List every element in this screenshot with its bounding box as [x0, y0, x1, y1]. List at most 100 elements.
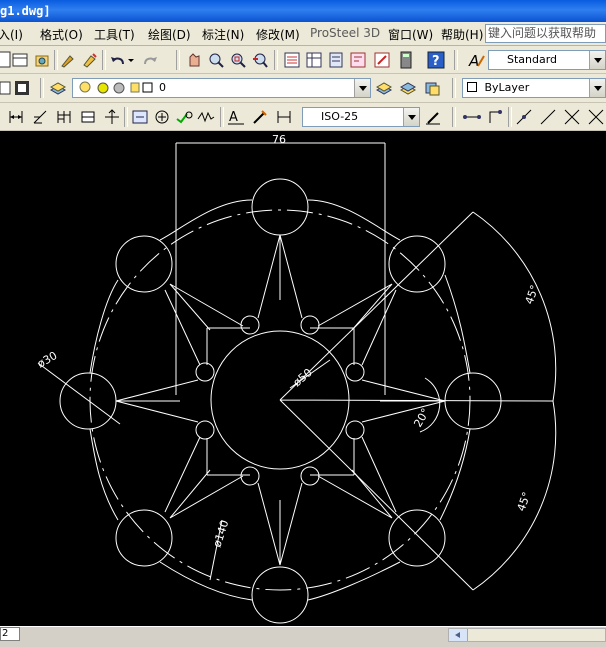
- pan-realtime-icon[interactable]: [184, 50, 204, 70]
- match-properties-icon[interactable]: [80, 50, 100, 70]
- toolbar-separator: [102, 50, 106, 70]
- layer-translator-icon[interactable]: [422, 78, 442, 98]
- dim-angle-upper-label: 45°: [523, 283, 542, 306]
- layer-value: 0: [159, 81, 166, 94]
- help-icon[interactable]: ?: [426, 50, 446, 70]
- layers-toolbar: 0 ByLayer: [0, 74, 606, 103]
- chevron-down-icon[interactable]: [354, 79, 370, 97]
- svg-text:A: A: [229, 110, 238, 125]
- svg-text:?: ?: [432, 54, 440, 69]
- text-style-value: Standard: [507, 53, 558, 66]
- chevron-down-icon[interactable]: [589, 51, 605, 69]
- extend-icon[interactable]: [586, 107, 606, 127]
- horizontal-scrollbar[interactable]: [448, 628, 606, 642]
- design-center-icon[interactable]: [304, 50, 324, 70]
- sheet-set-icon[interactable]: [348, 50, 368, 70]
- menu-draw[interactable]: 绘图(D): [148, 26, 191, 43]
- toolbar-separator: [452, 107, 456, 127]
- construction-line-icon[interactable]: [514, 107, 534, 127]
- redo-icon[interactable]: [140, 50, 160, 70]
- dim-bolt-circle-label: ø140: [210, 519, 231, 549]
- undo-dropdown-icon[interactable]: [126, 50, 136, 70]
- layer-states-icon[interactable]: [12, 78, 32, 98]
- markup-icon[interactable]: [372, 50, 392, 70]
- angle-arc-upper: [472, 211, 557, 402]
- menu-format[interactable]: 格式(O): [40, 26, 83, 43]
- linear-dimension-icon[interactable]: [6, 107, 26, 127]
- dimension-style-select[interactable]: ISO-25: [302, 107, 420, 127]
- ray-icon[interactable]: [538, 107, 558, 127]
- linetype-value: ByLayer: [484, 81, 530, 94]
- toolbar-separator: [220, 107, 224, 127]
- dimension-update-icon[interactable]: [274, 107, 294, 127]
- undo-icon[interactable]: [108, 50, 128, 70]
- calculator-icon[interactable]: [396, 50, 416, 70]
- hole-top: [251, 178, 309, 236]
- dim-hole-label: ø30: [35, 349, 59, 371]
- layout-bar: 2: [0, 626, 606, 647]
- scroll-left-icon[interactable]: [449, 629, 468, 641]
- layer-select[interactable]: 0: [72, 78, 371, 98]
- menu-tools[interactable]: 工具(T): [94, 26, 135, 43]
- layer-previous-icon[interactable]: [398, 78, 418, 98]
- tool-palettes-icon[interactable]: [326, 50, 346, 70]
- dimension-jogged-icon[interactable]: [196, 107, 216, 127]
- toolbar-separator: [40, 78, 44, 98]
- text-style-icon[interactable]: A: [466, 50, 486, 70]
- standard-toolbar: ? A Standard: [0, 46, 606, 74]
- color-select[interactable]: ByLayer: [462, 78, 606, 98]
- toolbar-separator: [176, 50, 180, 70]
- zoom-window-icon[interactable]: [228, 50, 248, 70]
- toolbar-separator: [274, 50, 278, 70]
- drawing-canvas[interactable]: 76 ø50 ø30 20° 45° 45° ø140: [0, 131, 606, 626]
- menu-help[interactable]: 帮助(H): [441, 26, 483, 43]
- menu-window[interactable]: 窗口(W): [388, 26, 433, 43]
- brush-icon[interactable]: [58, 50, 78, 70]
- hole-top-right: [388, 235, 446, 293]
- layer-properties-icon[interactable]: [48, 78, 68, 98]
- menu-prosteel[interactable]: ProSteel 3D: [310, 26, 380, 40]
- chevron-down-icon[interactable]: [403, 108, 419, 126]
- aligned-dimension-icon[interactable]: [30, 107, 50, 127]
- continue-dimension-icon[interactable]: [78, 107, 98, 127]
- dimension-edit-icon[interactable]: [250, 107, 270, 127]
- layout-tab[interactable]: 2: [0, 627, 20, 641]
- layer-state-icons: [79, 81, 153, 94]
- menu-modify[interactable]: 修改(M): [256, 26, 300, 43]
- text-style-select[interactable]: Standard: [488, 50, 606, 70]
- help-search-input[interactable]: 键入问题以获取帮助: [485, 24, 606, 43]
- hole-bottom-left: [115, 509, 173, 567]
- baseline-dimension-icon[interactable]: [54, 107, 74, 127]
- toolbar-separator: [452, 78, 456, 98]
- dimension-style-icon[interactable]: [424, 107, 444, 127]
- properties-icon[interactable]: [282, 50, 302, 70]
- menu-insert[interactable]: 入(I): [0, 26, 23, 43]
- hole-bottom: [251, 566, 309, 624]
- window-title: g1.dwg]: [0, 4, 51, 18]
- dimension-text-edit-icon[interactable]: A: [226, 107, 246, 127]
- polyline-icon[interactable]: [486, 107, 506, 127]
- hole-left: [59, 372, 117, 430]
- toolbar-separator: [124, 107, 128, 127]
- line-icon[interactable]: [462, 107, 482, 127]
- save-icon[interactable]: [32, 50, 52, 70]
- toolbar-separator: [508, 107, 512, 127]
- hole-bottom-right: [388, 509, 446, 567]
- hole-top-left: [115, 235, 173, 293]
- dim-width-label: 76: [272, 133, 286, 146]
- open-icon[interactable]: [10, 50, 30, 70]
- quick-dimension-icon[interactable]: [130, 107, 150, 127]
- zoom-realtime-icon[interactable]: [206, 50, 226, 70]
- zoom-previous-icon[interactable]: [250, 50, 270, 70]
- tolerance-icon[interactable]: [174, 107, 194, 127]
- dim-angle-lower-label: 45°: [515, 490, 534, 513]
- angle-arc-lower: [472, 400, 557, 591]
- center-mark-icon[interactable]: [152, 107, 172, 127]
- menu-dimension[interactable]: 标注(N): [202, 26, 244, 43]
- ordinate-dimension-icon[interactable]: [102, 107, 122, 127]
- drawing-geometry: 76 ø50 ø30 20° 45° 45° ø140: [35, 133, 557, 624]
- make-object-layer-current-icon[interactable]: [374, 78, 394, 98]
- color-swatch: [467, 82, 477, 92]
- trim-icon[interactable]: [562, 107, 582, 127]
- chevron-down-icon[interactable]: [589, 79, 605, 97]
